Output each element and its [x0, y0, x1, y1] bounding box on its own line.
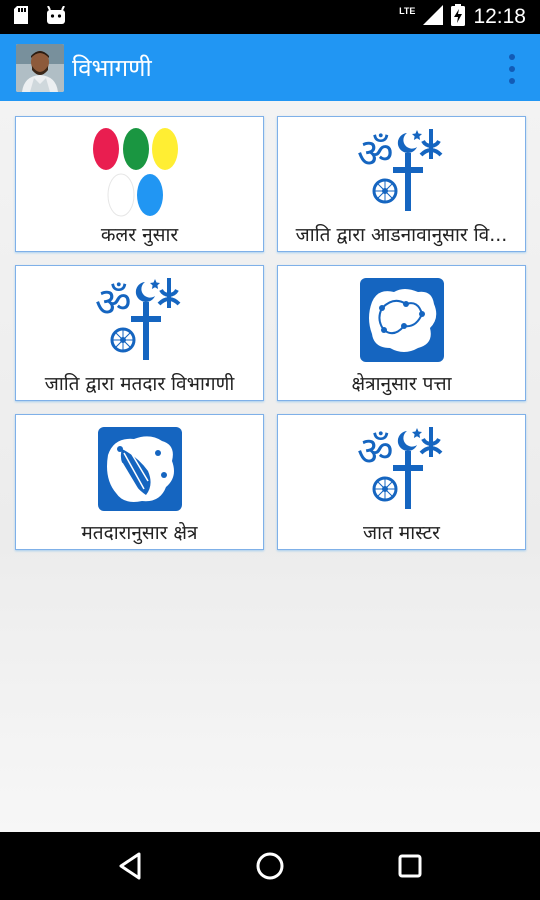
recents-icon[interactable] — [390, 846, 430, 886]
tile-label: जाति द्वारा मतदार विभागणी — [44, 373, 235, 395]
app-bar: विभागणी — [0, 34, 540, 101]
android-icon — [46, 5, 66, 28]
sd-card-icon — [14, 6, 28, 28]
avatar[interactable] — [16, 43, 64, 92]
navigation-bar — [0, 832, 540, 900]
color-dots-icon — [16, 125, 263, 217]
signal-icon — [423, 5, 444, 29]
clock: 12:18 — [473, 5, 526, 28]
tile-color[interactable]: कलर नुसार — [15, 116, 264, 252]
area-map-icon — [16, 423, 263, 515]
tile-label: जाति द्वारा आडनावानुसार वि... — [295, 224, 508, 246]
battery-charging-icon — [451, 4, 466, 30]
religion-symbols-icon: ॐ — [16, 274, 263, 366]
tile-label: जात मास्टर — [363, 522, 440, 544]
network-type-label: LTE — [399, 6, 416, 16]
tile-caste-surname[interactable]: ॐ जाति द्वारा आडनावानुसार वि... — [277, 116, 526, 252]
religion-symbols-icon: ॐ — [278, 125, 525, 217]
status-bar: LTE 12:18 — [0, 0, 540, 34]
more-vert-icon[interactable] — [506, 54, 518, 84]
svg-text:ॐ: ॐ — [95, 280, 131, 326]
tile-area-address[interactable]: क्षेत्रानुसार पत्ता — [277, 265, 526, 401]
tile-caste-voter[interactable]: ॐ जाति द्वारा मतदार विभागणी — [15, 265, 264, 401]
tile-caste-master[interactable]: ॐ जात मास्टर — [277, 414, 526, 550]
home-icon[interactable] — [250, 846, 290, 886]
tile-voter-area[interactable]: मतदारानुसार क्षेत्र — [15, 414, 264, 550]
category-grid: कलर नुसार ॐ जाति द्वारा आडनावानुसार वि..… — [0, 101, 540, 832]
tile-label: मतदारानुसार क्षेत्र — [81, 522, 198, 544]
area-map-icon — [278, 274, 525, 366]
svg-text:ॐ: ॐ — [357, 131, 393, 177]
page-title: विभागणी — [72, 54, 152, 82]
tile-label: कलर नुसार — [100, 224, 179, 246]
religion-symbols-icon: ॐ — [278, 423, 525, 515]
tile-label: क्षेत्रानुसार पत्ता — [351, 373, 452, 395]
svg-text:ॐ: ॐ — [357, 429, 393, 475]
back-icon[interactable] — [110, 846, 150, 886]
